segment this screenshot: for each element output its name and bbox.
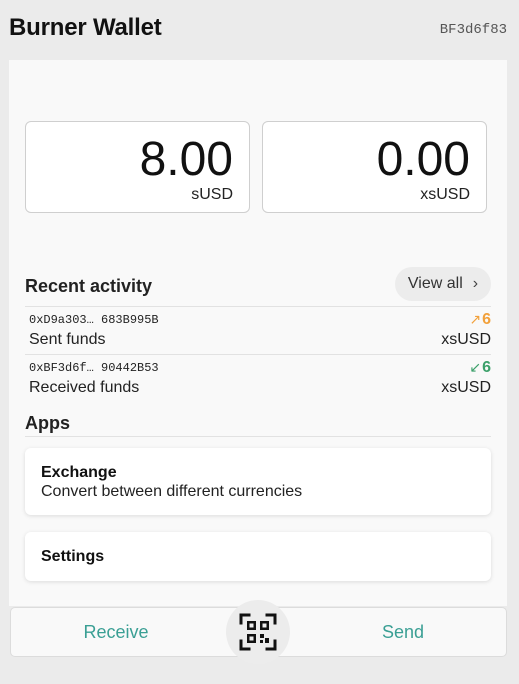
account-address[interactable]: BF3d6f83 <box>440 22 507 38</box>
app-name: Settings <box>41 548 105 565</box>
app-name: Exchange <box>41 464 117 481</box>
apps-heading: Apps <box>25 413 70 433</box>
app-title: Burner Wallet <box>9 14 162 41</box>
balance-card-xsusd: 0.00 xsUSD <box>262 121 487 213</box>
balance-card-susd: 8.00 sUSD <box>25 121 250 213</box>
activity-amount-value: 6 <box>482 359 491 376</box>
activity-currency: xsUSD <box>441 331 491 348</box>
balance-unit: sUSD <box>191 186 233 203</box>
divider <box>25 436 491 437</box>
chevron-right-icon: › <box>472 275 479 292</box>
main-panel: 8.00 sUSD 0.00 xsUSD Recent activity Vie… <box>9 60 507 606</box>
activity-description: Sent funds <box>29 331 106 348</box>
activity-address: 0xBF3d6f… 90442B53 <box>29 361 159 375</box>
scan-qr-button[interactable] <box>226 600 290 664</box>
activity-description: Received funds <box>29 379 140 396</box>
balance-amount: 0.00 <box>376 133 470 186</box>
activity-item-received[interactable]: 0xBF3d6f… 90442B53 Received funds ↙6 xsU… <box>25 355 491 401</box>
activity-currency: xsUSD <box>441 379 491 396</box>
activity-amount: ↙6 <box>469 359 491 377</box>
balance-unit: xsUSD <box>420 186 470 203</box>
app-subtitle: Convert between different currencies <box>41 483 303 500</box>
recent-activity-heading: Recent activity <box>25 276 153 296</box>
activity-amount: ↗6 <box>469 311 491 329</box>
qr-code-icon <box>239 613 277 651</box>
app-exchange[interactable]: Exchange Convert between different curre… <box>25 448 491 515</box>
balance-amount: 8.00 <box>139 133 233 186</box>
arrow-down-left-icon: ↙ <box>469 359 482 375</box>
activity-item-sent[interactable]: 0xD9a303… 683B995B Sent funds ↗6 xsUSD <box>25 307 491 353</box>
activity-amount-value: 6 <box>482 311 491 328</box>
view-all-label: View all <box>407 275 463 292</box>
activity-address: 0xD9a303… 683B995B <box>29 313 159 327</box>
receive-button[interactable]: Receive <box>11 608 221 656</box>
app-header: Burner Wallet BF3d6f83 <box>0 0 519 60</box>
send-button[interactable]: Send <box>298 608 508 656</box>
view-all-button[interactable]: View all › <box>395 267 491 301</box>
arrow-up-right-icon: ↗ <box>469 311 482 327</box>
app-settings[interactable]: Settings <box>25 532 491 581</box>
